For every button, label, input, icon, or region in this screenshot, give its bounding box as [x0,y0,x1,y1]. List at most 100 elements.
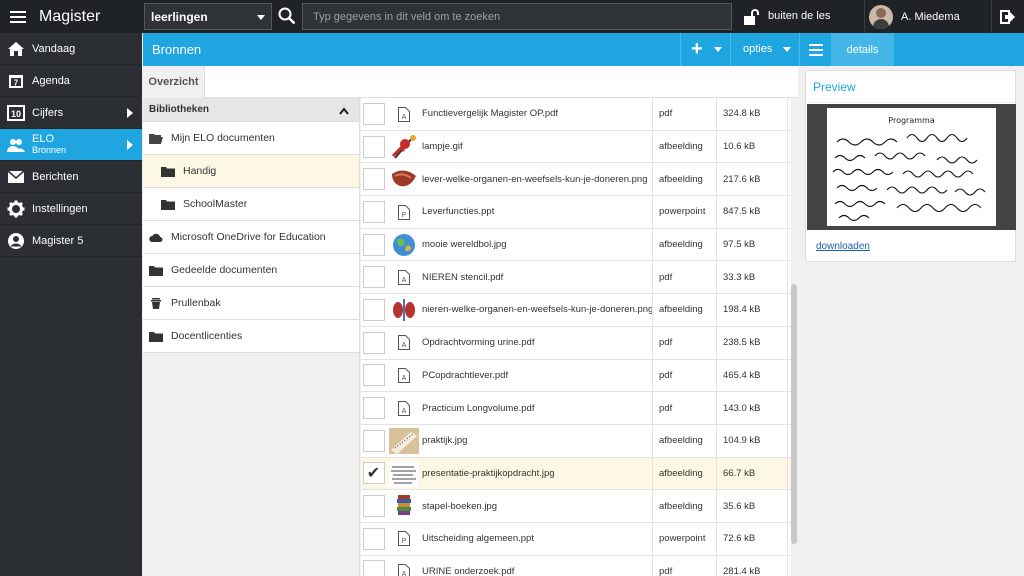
sidebar-item-instellingen[interactable]: Instellingen [0,193,142,225]
library-panel: Bibliotheken Mijn ELO documenten Handig … [143,98,360,576]
sidebar-item-berichten[interactable]: Berichten [0,161,142,193]
row-checkbox[interactable] [361,196,386,228]
file-size: 847.5 kB [716,196,788,228]
row-checkbox[interactable] [361,360,386,392]
row-checkbox[interactable] [361,131,386,163]
table-row[interactable]: praktijk.jpg afbeelding 104.9 kB [361,424,797,458]
row-checkbox[interactable] [361,294,386,326]
row-checkbox[interactable] [361,392,386,424]
details-button[interactable]: details [831,33,894,66]
unlock-icon[interactable] [742,8,760,26]
options-label: opties [743,43,773,55]
file-name[interactable]: praktijk.jpg [422,425,467,457]
calendar-icon-day: 7 [14,78,19,87]
add-button[interactable]: + [680,33,729,66]
sidebar-item-sublabel: Bronnen [32,145,67,155]
chevron-up-icon[interactable] [339,106,349,116]
pdf-icon: A [388,363,419,389]
svg-text:P: P [401,212,406,219]
table-row[interactable]: P Leverfuncties.ppt powerpoint 847.5 kB [361,196,797,229]
pdf-icon: A [388,264,419,290]
plus-icon: + [691,38,703,60]
row-checkbox[interactable] [361,98,386,130]
options-button[interactable]: opties [730,33,798,66]
library-header[interactable]: Bibliotheken [143,98,359,122]
lesson-status[interactable]: buiten de les [768,10,830,22]
mail-icon [7,168,25,186]
file-name[interactable]: Uitscheiding algemeen.ppt [422,523,534,555]
sidebar-item-elo[interactable]: ELO Bronnen [0,129,142,161]
table-row[interactable]: A NIEREN stencil.pdf pdf 33.3 kB [361,261,797,295]
table-row[interactable]: A Practicum Longvolume.pdf pdf 143.0 kB [361,392,797,425]
file-name[interactable]: Functievergelijk Magister OP.pdf [422,98,558,130]
row-checkbox[interactable] [361,229,386,261]
sidebar: Vandaag 7 Agenda 10 Cijfers ELO Bronnen … [0,33,142,576]
tab-overzicht[interactable]: Overzicht [143,66,205,98]
library-item-gedeeld[interactable]: Gedeelde documenten [143,254,359,287]
file-type: pdf [652,359,716,392]
table-row[interactable]: nieren-welke-organen-en-weefsels-kun-je-… [361,294,797,327]
file-name[interactable]: presentatie-praktijkopdracht.jpg [422,458,555,490]
library-item-onedrive[interactable]: Microsoft OneDrive for Education [143,221,359,254]
file-name[interactable]: Practicum Longvolume.pdf [422,392,534,424]
context-select-value: leerlingen [151,9,208,24]
library-item-schoolmaster[interactable]: SchoolMaster [143,188,359,221]
file-name[interactable]: mooie wereldbol.jpg [422,229,507,261]
sidebar-item-magister5[interactable]: Magister 5 [0,225,142,257]
table-row[interactable]: lampje.gif afbeelding 10.6 kB [361,130,797,164]
list-icon [808,43,823,56]
file-name[interactable]: URINE onderzoek.pdf [422,556,514,576]
image-thumb-icon [388,427,419,454]
file-name[interactable]: lampje.gif [422,131,463,163]
user-menu[interactable]: A. Miedema [864,0,992,33]
file-name[interactable]: Leverfuncties.ppt [422,196,494,228]
row-checkbox[interactable] [361,556,386,576]
table-row[interactable]: A PCopdrachtlever.pdf pdf 465.4 kB [361,359,797,393]
table-row[interactable]: stapel-boeken.jpg afbeelding 35.6 kB [361,490,797,523]
search-icon[interactable] [278,7,296,25]
preview-image[interactable]: Programma [807,104,1016,230]
page-title: Bronnen [152,42,202,57]
sidebar-item-vandaag[interactable]: Vandaag [0,33,142,65]
table-row[interactable]: P Uitscheiding algemeen.ppt powerpoint 7… [361,522,797,556]
library-item-docentlicenties[interactable]: Docentlicenties [143,320,359,353]
scrollbar[interactable] [791,98,797,576]
download-link[interactable]: downloaden [816,241,870,252]
row-checkbox[interactable] [361,523,386,555]
row-checkbox[interactable] [361,425,386,457]
calendar-icon: 7 [7,72,25,90]
logout-icon[interactable] [1000,9,1016,25]
file-type: powerpoint [652,196,716,228]
sidebar-item-label: ELO [32,133,55,145]
list-view-button[interactable] [799,33,831,66]
menu-icon[interactable] [10,10,26,23]
table-row[interactable]: A URINE onderzoek.pdf pdf 281.4 kB [361,555,797,576]
context-select[interactable]: leerlingen [144,3,272,30]
sidebar-item-cijfers[interactable]: 10 Cijfers [0,97,142,129]
file-name[interactable]: stapel-boeken.jpg [422,490,497,522]
library-item-mijn-elo[interactable]: Mijn ELO documenten [143,122,359,155]
file-type: afbeelding [652,457,716,490]
row-checkbox[interactable] [361,490,386,522]
details-label: details [846,43,879,56]
row-checkbox[interactable]: ✔ [361,458,386,490]
table-row[interactable]: A Opdrachtvorming urine.pdf pdf 238.5 kB [361,326,797,360]
file-size: 97.5 kB [716,228,788,261]
sidebar-item-agenda[interactable]: 7 Agenda [0,65,142,97]
file-name[interactable]: NIEREN stencil.pdf [422,261,503,293]
row-checkbox[interactable] [361,261,386,293]
file-name[interactable]: PCopdrachtlever.pdf [422,360,508,392]
file-name[interactable]: lever-welke-organen-en-weefsels-kun-je-d… [422,163,647,195]
table-row[interactable]: A Functievergelijk Magister OP.pdf pdf 3… [361,98,797,131]
scrollbar-thumb[interactable] [791,284,797,544]
file-name[interactable]: nieren-welke-organen-en-weefsels-kun-je-… [422,294,653,326]
search-input[interactable]: Typ gegevens in dit veld om te zoeken [302,3,732,30]
table-row[interactable]: mooie wereldbol.jpg afbeelding 97.5 kB [361,228,797,262]
row-checkbox[interactable] [361,327,386,359]
row-checkbox[interactable] [361,163,386,195]
library-item-handig[interactable]: Handig [143,155,359,188]
table-row-selected[interactable]: ✔ presentatie-praktijkopdracht.jpg afbee… [361,457,797,491]
library-item-prullenbak[interactable]: Prullenbak [143,287,359,320]
table-row[interactable]: lever-welke-organen-en-weefsels-kun-je-d… [361,163,797,197]
file-name[interactable]: Opdrachtvorming urine.pdf [422,327,534,359]
